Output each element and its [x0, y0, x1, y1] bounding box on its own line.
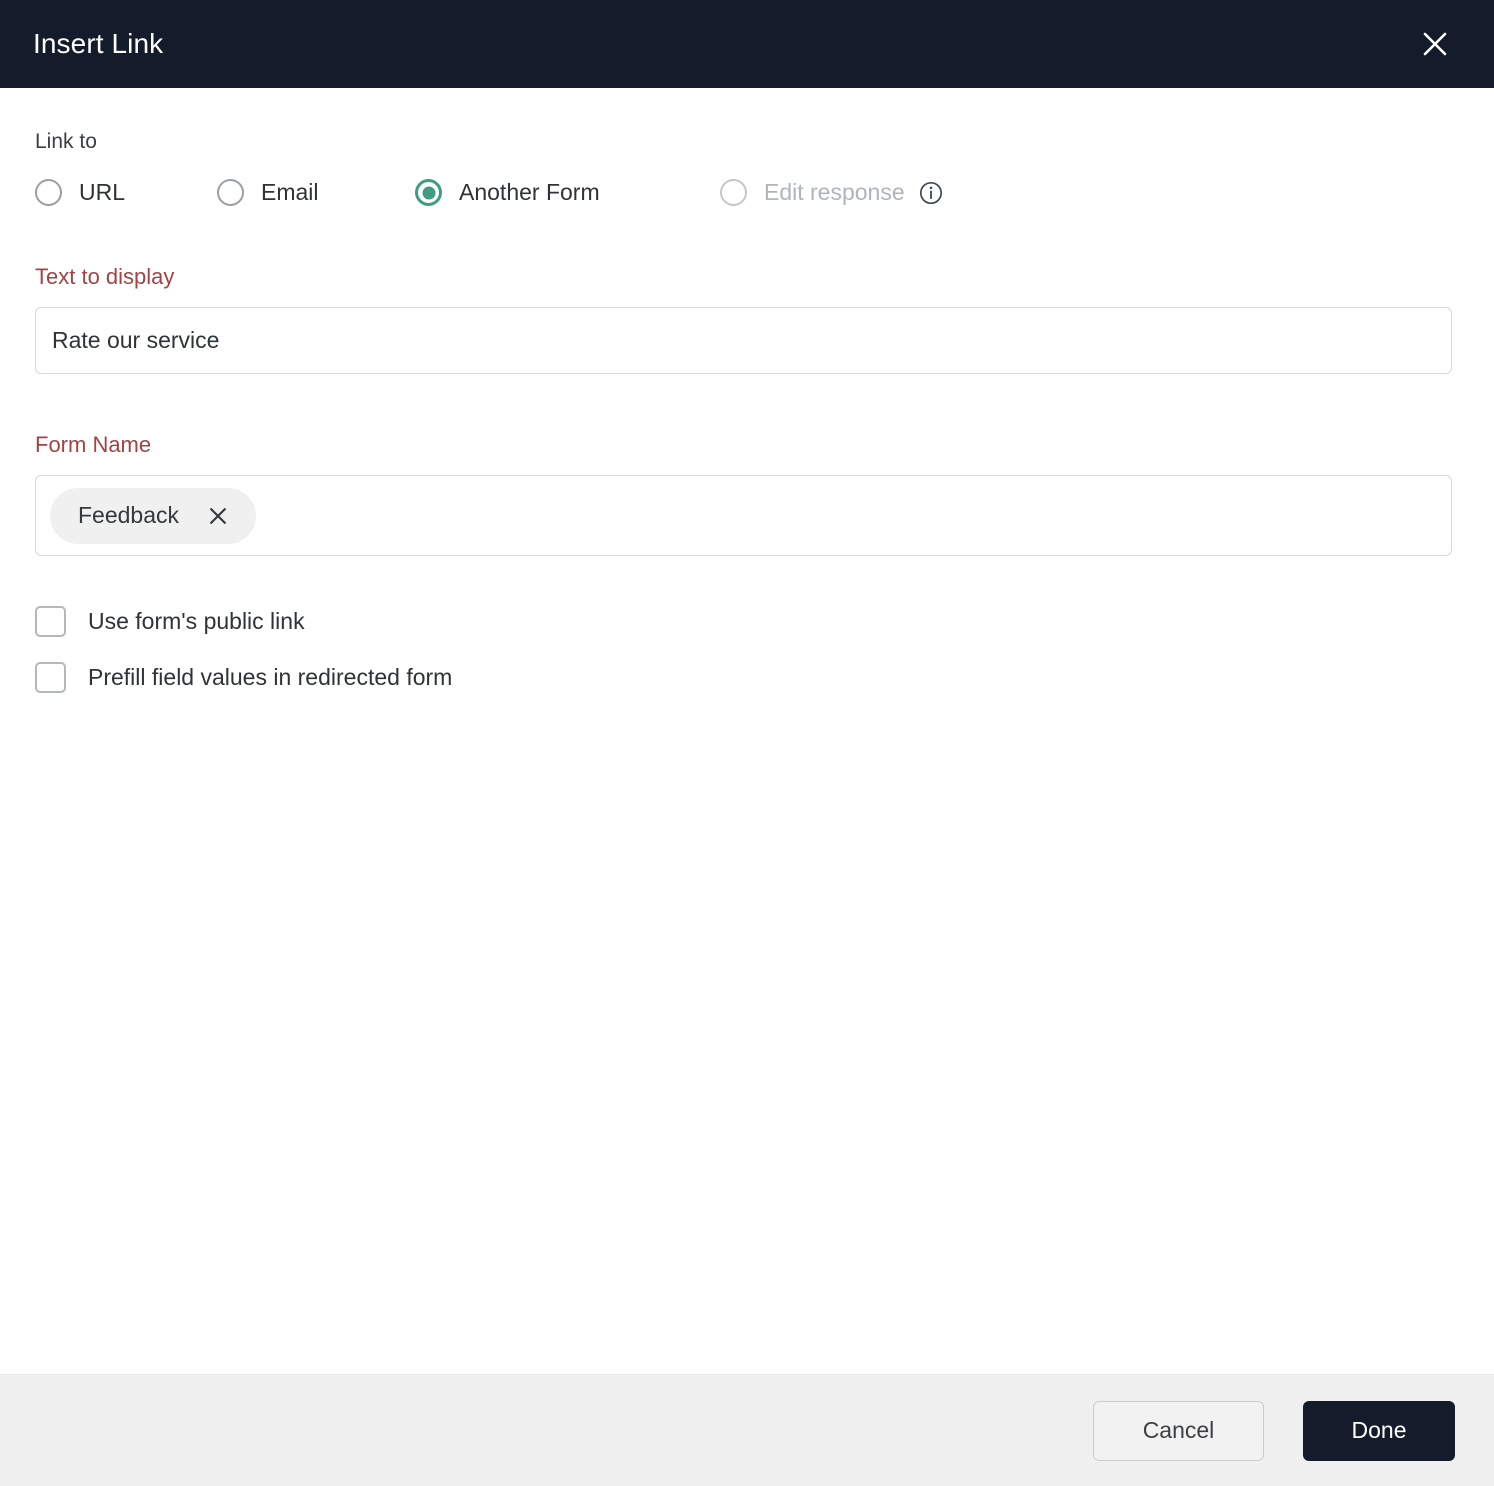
dialog-body: Link to URL Email Another Form Edit resp… [0, 88, 1494, 1374]
form-name-field[interactable]: Feedback [35, 475, 1452, 557]
radio-circle-another-form [415, 179, 442, 207]
checkbox-label-use-public-link: Use form's public link [88, 607, 305, 634]
form-name-chip-label: Feedback [78, 502, 180, 529]
form-name-label: Form Name [35, 432, 152, 458]
radio-option-another-form[interactable]: Another Form [415, 179, 720, 207]
done-button[interactable]: Done [1303, 1400, 1455, 1461]
close-icon[interactable] [1412, 21, 1458, 67]
text-to-display-input[interactable] [35, 307, 1452, 375]
radio-option-email[interactable]: Email [217, 179, 415, 207]
options-checkbox-list: Use form's public link Prefill field val… [35, 556, 1452, 701]
radio-option-edit-response: Edit response [720, 179, 943, 207]
radio-label-edit-response: Edit response [764, 179, 905, 206]
radio-label-another-form: Another Form [459, 179, 600, 206]
insert-link-dialog: Insert Link Link to URL Email Another Fo… [0, 0, 1494, 1486]
link-to-radio-group: URL Email Another Form Edit response [35, 179, 1452, 207]
radio-circle-url [35, 179, 62, 207]
checkbox-row-use-public-link[interactable]: Use form's public link [35, 597, 305, 645]
form-name-chip: Feedback [50, 487, 257, 544]
radio-circle-email [217, 179, 244, 207]
checkbox-use-public-link[interactable] [35, 605, 66, 637]
dialog-footer: Cancel Done [0, 1374, 1494, 1486]
chip-remove-icon[interactable] [206, 504, 230, 528]
checkbox-label-prefill-field-values: Prefill field values in redirected form [88, 663, 453, 690]
radio-label-url: URL [79, 179, 126, 206]
cancel-button[interactable]: Cancel [1093, 1400, 1264, 1461]
dialog-title: Insert Link [33, 28, 164, 59]
checkbox-prefill-field-values[interactable] [35, 661, 66, 693]
text-to-display-label: Text to display [35, 264, 175, 290]
radio-label-email: Email [261, 179, 319, 206]
radio-option-url[interactable]: URL [35, 179, 217, 207]
checkbox-row-prefill-field-values[interactable]: Prefill field values in redirected form [35, 653, 452, 701]
link-to-label: Link to [35, 130, 97, 153]
radio-circle-edit-response [720, 179, 747, 207]
dialog-header: Insert Link [0, 0, 1494, 88]
info-icon[interactable] [919, 181, 943, 205]
